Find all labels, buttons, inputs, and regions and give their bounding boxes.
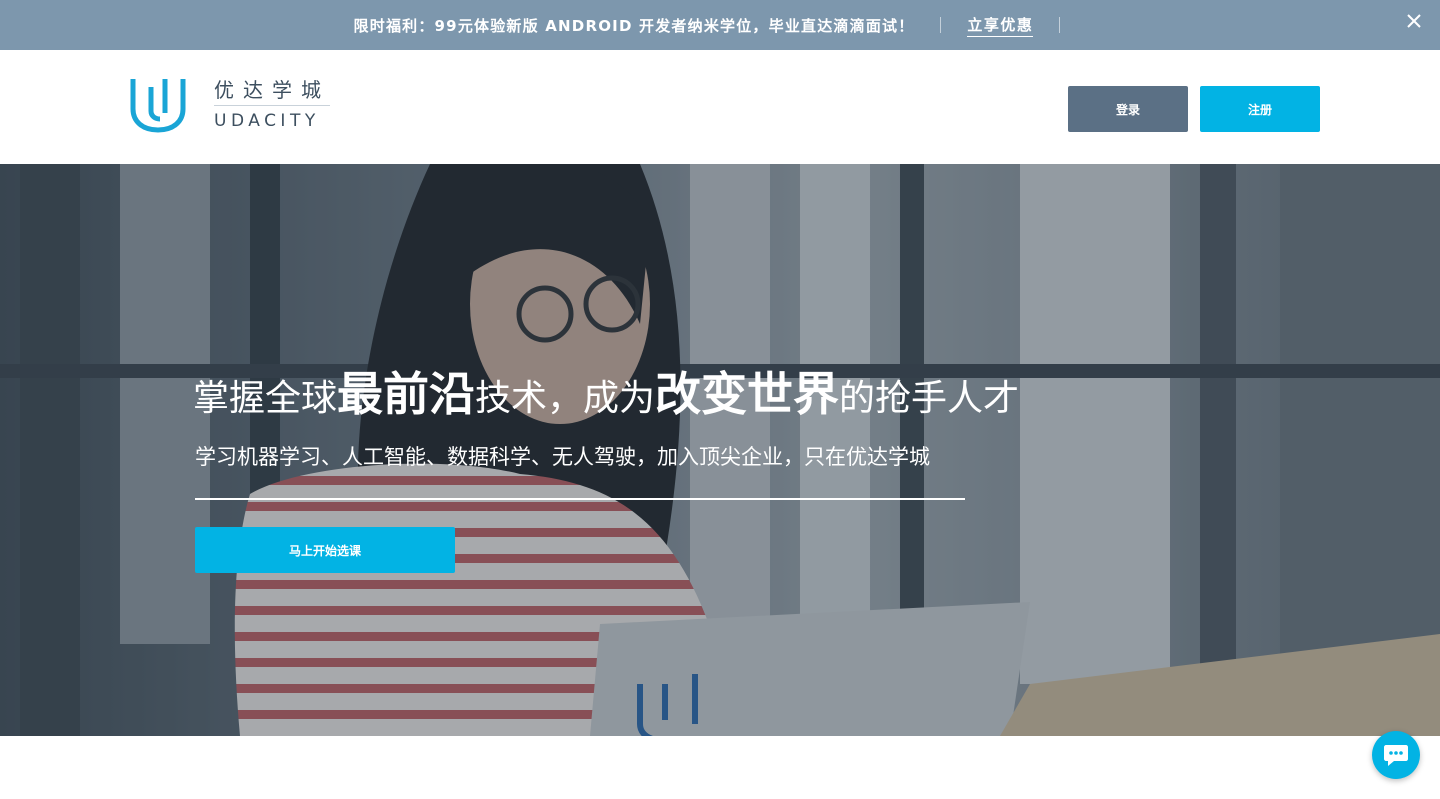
start-course-button[interactable]: 马上开始选课 (195, 527, 455, 573)
hero-divider (195, 498, 965, 500)
signup-button[interactable]: 注册 (1200, 86, 1320, 132)
hero-section: 掌握全球最前沿技术，成为改变世界的抢手人才 学习机器学习、人工智能、数据科学、无… (0, 164, 1440, 736)
login-button[interactable]: 登录 (1068, 86, 1188, 132)
promo-divider-right (1059, 17, 1061, 33)
hero-subtitle: 学习机器学习、人工智能、数据科学、无人驾驶，加入顶尖企业，只在优达学城 (195, 445, 930, 469)
site-header: 优达学城 UDACITY 登录 注册 (0, 50, 1440, 164)
hero-title: 掌握全球最前沿技术，成为改变世界的抢手人才 (193, 364, 1093, 429)
chat-bubble-icon (1384, 745, 1408, 766)
logo-chinese-name: 优达学城 (214, 77, 330, 106)
hero-title-part3: 的抢手人才 (839, 378, 1020, 419)
hero-title-bold2: 改变世界 (655, 367, 840, 421)
promo-divider (940, 17, 942, 33)
hero-title-part2: 技术，成为 (475, 378, 656, 419)
hero-title-bold1: 最前沿 (337, 367, 476, 421)
chat-button[interactable] (1372, 731, 1420, 779)
udacity-logo[interactable]: 优达学城 UDACITY (128, 74, 338, 136)
logo-wordmark: 优达学城 UDACITY (214, 77, 330, 133)
promo-banner: 限时福利：99元体验新版 ANDROID 开发者纳米学位，毕业直达滴滴面试！ 立… (0, 0, 1440, 50)
close-icon[interactable] (1402, 9, 1426, 33)
promo-link[interactable]: 立享优惠 (967, 14, 1034, 37)
promo-text: 限时福利：99元体验新版 ANDROID 开发者纳米学位，毕业直达滴滴面试！ (353, 16, 915, 35)
hero-title-part1: 掌握全球 (193, 378, 338, 419)
logo-english-name: UDACITY (214, 111, 320, 131)
udacity-u-logo-icon (130, 79, 186, 133)
